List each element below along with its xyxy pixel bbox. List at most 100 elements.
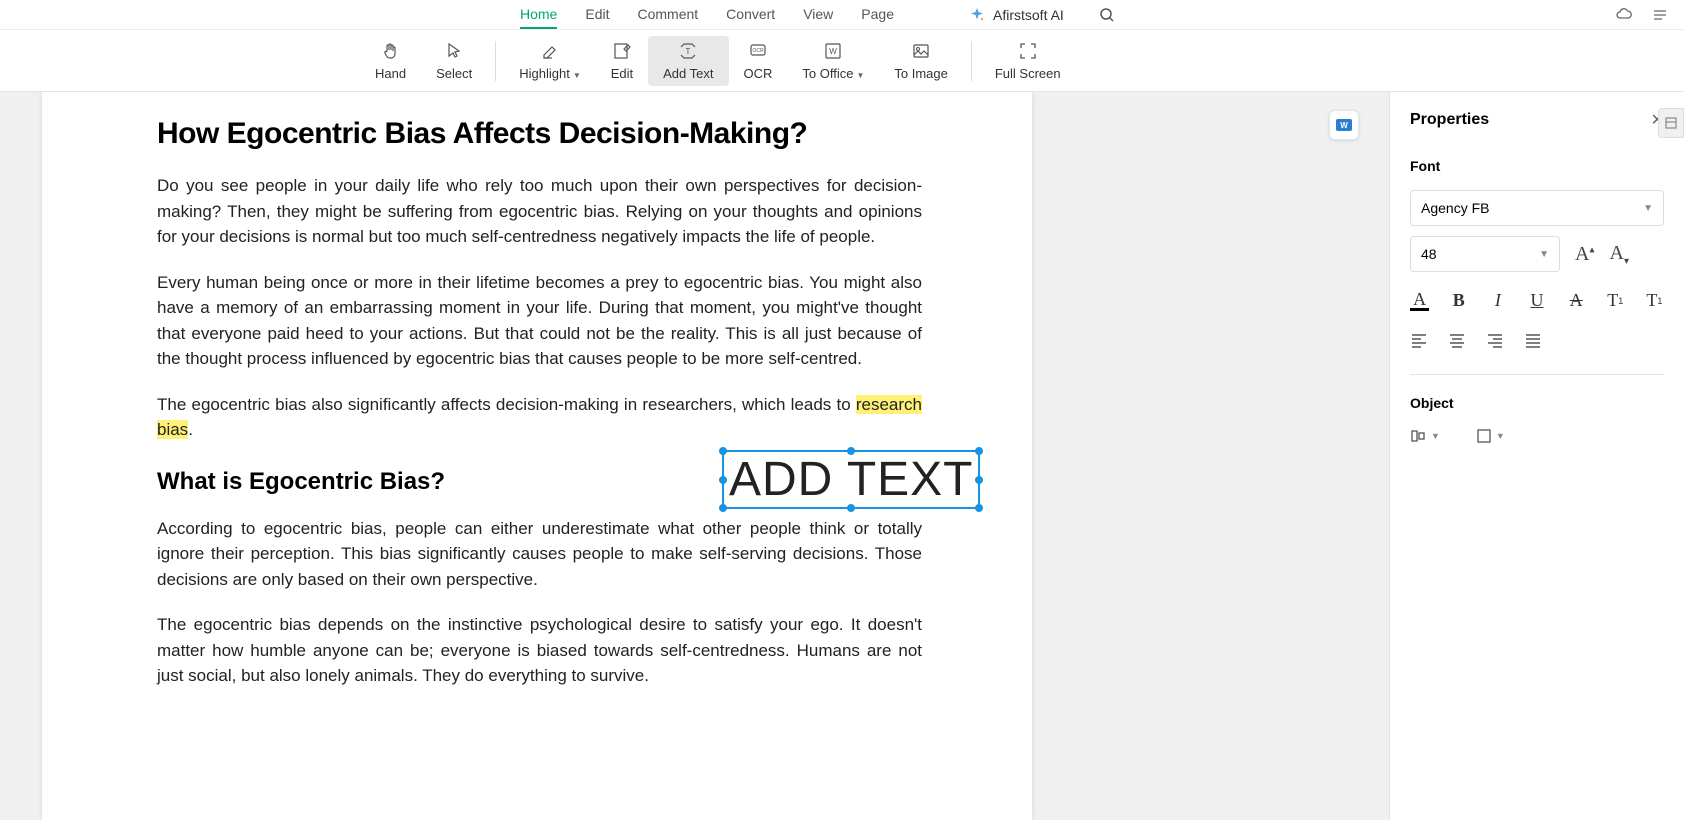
object-row: ▼ ▼ — [1410, 427, 1664, 445]
tool-highlight-label: Highlight▼ — [519, 66, 581, 81]
tool-hand[interactable]: Hand — [360, 36, 421, 86]
align-row — [1410, 331, 1664, 349]
tool-select[interactable]: Select — [421, 36, 487, 86]
divider — [495, 41, 496, 81]
tab-convert[interactable]: Convert — [726, 1, 775, 29]
resize-handle[interactable] — [719, 504, 727, 512]
align-justify-icon[interactable] — [1524, 331, 1542, 349]
format-row: A B I U A T1 T1 — [1410, 290, 1664, 311]
tool-hand-label: Hand — [375, 66, 406, 81]
document-paragraph: The egocentric bias also significantly a… — [157, 392, 922, 443]
font-family-select[interactable]: Agency FB ▼ — [1410, 190, 1664, 226]
svg-text:W: W — [830, 47, 838, 56]
edit-doc-icon — [612, 41, 632, 61]
chevron-down-icon: ▼ — [573, 71, 581, 80]
font-section-label: Font — [1410, 158, 1664, 174]
increase-font-icon[interactable]: A▴ — [1575, 243, 1594, 266]
word-float-button[interactable]: W — [1329, 110, 1359, 140]
tab-view[interactable]: View — [803, 1, 833, 29]
ai-section[interactable]: Afirstsoft AI — [969, 7, 1064, 23]
tool-add-text-label: Add Text — [663, 66, 713, 81]
tool-to-office[interactable]: W To Office▼ — [787, 36, 879, 86]
resize-handle[interactable] — [847, 504, 855, 512]
document-paragraph: According to egocentric bias, people can… — [157, 516, 922, 593]
superscript-button[interactable]: T1 — [1606, 290, 1625, 311]
svg-text:W: W — [1340, 121, 1348, 130]
menu-tabs: Home Edit Comment Convert View Page Afir… — [0, 0, 1684, 30]
resize-handle[interactable] — [719, 447, 727, 455]
panel-title: Properties — [1410, 111, 1489, 129]
image-icon — [911, 41, 931, 61]
toolbar: Hand Select Highlight▼ Edit T Add Text O… — [0, 30, 1684, 92]
sparkle-icon — [969, 7, 985, 23]
tab-comment[interactable]: Comment — [637, 1, 698, 29]
document-paragraph: Do you see people in your daily life who… — [157, 173, 922, 250]
document-heading-1: How Egocentric Bias Affects Decision-Mak… — [157, 117, 922, 151]
resize-handle[interactable] — [975, 504, 983, 512]
menu-lines-icon[interactable] — [1651, 6, 1669, 24]
document-container[interactable]: How Egocentric Bias Affects Decision-Mak… — [0, 92, 1389, 820]
tool-add-text[interactable]: T Add Text — [648, 36, 728, 86]
underline-button[interactable]: U — [1527, 290, 1546, 311]
resize-handle[interactable] — [719, 476, 727, 484]
tool-to-image-label: To Image — [894, 66, 947, 81]
search-icon[interactable] — [1099, 7, 1115, 23]
tool-ocr[interactable]: OCR OCR — [729, 36, 788, 86]
fullscreen-icon — [1018, 41, 1038, 61]
ai-label: Afirstsoft AI — [993, 7, 1064, 23]
ocr-icon: OCR — [748, 41, 768, 61]
chevron-down-icon: ▼ — [1539, 249, 1549, 260]
tab-home[interactable]: Home — [520, 1, 557, 29]
resize-handle[interactable] — [975, 476, 983, 484]
font-size-row: 48 ▼ A▴ A▾ — [1410, 236, 1664, 272]
properties-panel: Properties ✕ Font Agency FB ▼ 48 ▼ A▴ A▾… — [1389, 92, 1684, 820]
cursor-icon — [444, 41, 464, 61]
tool-to-image[interactable]: To Image — [879, 36, 962, 86]
border-object-button[interactable]: ▼ — [1475, 427, 1505, 445]
hand-icon — [381, 41, 401, 61]
subscript-button[interactable]: T1 — [1645, 290, 1664, 311]
align-center-icon[interactable] — [1448, 331, 1466, 349]
font-size-value: 48 — [1421, 246, 1437, 262]
align-left-icon[interactable] — [1410, 331, 1428, 349]
side-tab-toggle[interactable] — [1658, 108, 1684, 138]
tool-select-label: Select — [436, 66, 472, 81]
svg-text:T: T — [686, 47, 691, 56]
font-family-value: Agency FB — [1421, 200, 1489, 216]
highlighter-icon — [540, 41, 560, 61]
main-area: How Egocentric Bias Affects Decision-Mak… — [0, 92, 1684, 820]
tabs-center: Home Edit Comment Convert View Page — [520, 1, 894, 29]
panel-divider — [1410, 374, 1664, 375]
align-right-icon[interactable] — [1486, 331, 1504, 349]
document-page: How Egocentric Bias Affects Decision-Mak… — [42, 92, 1032, 820]
cloud-icon[interactable] — [1615, 6, 1633, 24]
tool-edit[interactable]: Edit — [596, 36, 648, 86]
text-box-selected[interactable]: ADD TEXT — [722, 450, 980, 509]
tool-highlight[interactable]: Highlight▼ — [504, 36, 596, 86]
tool-edit-label: Edit — [611, 66, 633, 81]
resize-handle[interactable] — [975, 447, 983, 455]
font-color-button[interactable]: A — [1410, 291, 1429, 311]
text-box-content[interactable]: ADD TEXT — [729, 452, 973, 507]
strikethrough-button[interactable]: A — [1567, 290, 1586, 311]
chevron-down-icon: ▼ — [1643, 203, 1653, 214]
tool-full-screen[interactable]: Full Screen — [980, 36, 1076, 86]
italic-button[interactable]: I — [1488, 290, 1507, 311]
tool-full-screen-label: Full Screen — [995, 66, 1061, 81]
decrease-font-icon[interactable]: A▾ — [1609, 242, 1628, 267]
object-section-label: Object — [1410, 395, 1664, 411]
font-size-select[interactable]: 48 ▼ — [1410, 236, 1560, 272]
divider — [971, 41, 972, 81]
add-text-icon: T — [678, 41, 698, 61]
bold-button[interactable]: B — [1449, 290, 1468, 311]
document-paragraph: Every human being once or more in their … — [157, 270, 922, 372]
chevron-down-icon: ▼ — [856, 71, 864, 80]
word-icon: W — [823, 41, 843, 61]
tab-edit[interactable]: Edit — [585, 1, 609, 29]
document-paragraph: The egocentric bias depends on the insti… — [157, 612, 922, 689]
top-right-icons — [1615, 6, 1669, 24]
tab-page[interactable]: Page — [861, 1, 894, 29]
panel-header: Properties ✕ — [1410, 110, 1664, 130]
align-object-button[interactable]: ▼ — [1410, 427, 1440, 445]
svg-text:OCR: OCR — [752, 48, 764, 54]
